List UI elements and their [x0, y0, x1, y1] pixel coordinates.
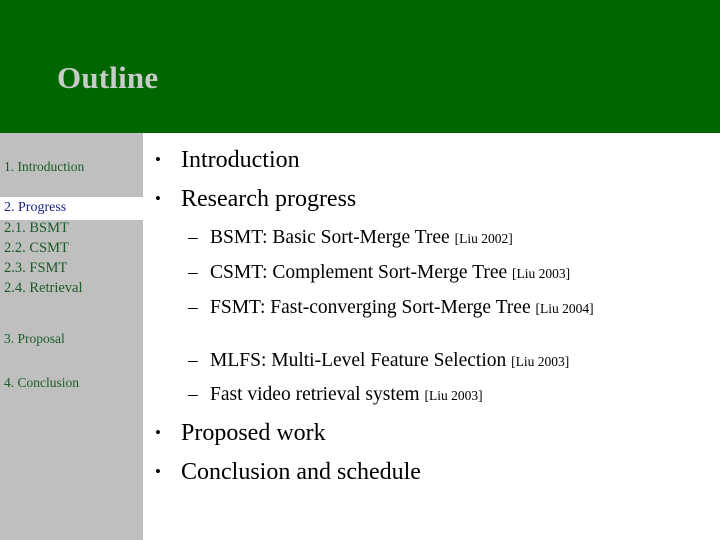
- sub-bullet-item: – BSMT: Basic Sort-Merge Tree [Liu 2002]: [188, 226, 720, 251]
- slide-header-band: Outline: [0, 0, 720, 133]
- citation-reference: [Liu 2003]: [512, 266, 571, 281]
- bullet-dash-icon: –: [188, 297, 198, 318]
- sub-bullet-item: – Fast video retrieval system [Liu 2003]: [188, 383, 720, 408]
- bullet-text: Fast video retrieval system: [210, 384, 420, 405]
- sub-bullet-item: – FSMT: Fast-converging Sort-Merge Tree […: [188, 296, 720, 321]
- bullet-dash-icon: –: [188, 262, 198, 283]
- page-title: Outline: [57, 60, 159, 95]
- bullet-item: • Conclusion and schedule: [155, 458, 421, 486]
- presentation-slide: Outline 1. Introduction 2. Progress 2.1. B…: [0, 0, 720, 540]
- bullet-text: FSMT: Fast-converging Sort-Merge Tree: [210, 297, 531, 318]
- bullet-text: Proposed work: [181, 420, 326, 446]
- citation-reference: [Liu 2003]: [511, 354, 570, 369]
- citation-reference: [Liu 2002]: [454, 231, 513, 246]
- sidebar-item-1-introduction[interactable]: 1. Introduction: [4, 158, 84, 175]
- bullet-item: • Introduction: [155, 146, 300, 174]
- sidebar-item-2-progress[interactable]: 2. Progress: [4, 199, 66, 216]
- sub-bullet-item: – MLFS: Multi-Level Feature Selection [Li…: [188, 349, 720, 374]
- sidebar-item-3-proposal[interactable]: 3. Proposal: [4, 330, 65, 347]
- bullet-text: BSMT: Basic Sort-Merge Tree: [210, 227, 450, 248]
- outline-sidebar: 1. Introduction 2. Progress 2.1. BSMT 2.2. …: [0, 133, 143, 540]
- bullet-item: • Proposed work: [155, 419, 326, 447]
- citation-reference: [Liu 2004]: [535, 301, 594, 316]
- bullet-text: CSMT: Complement Sort-Merge Tree: [210, 262, 508, 283]
- sidebar-item-4-conclusion[interactable]: 4. Conclusion: [4, 374, 79, 391]
- bullet-dash-icon: –: [188, 350, 198, 371]
- bullet-dash-icon: –: [188, 227, 198, 248]
- sidebar-item-2-4-retrieval[interactable]: 2.4. Retrieval: [4, 280, 83, 297]
- bullet-dot-icon: •: [155, 150, 161, 169]
- bullet-text: Research progress: [181, 186, 357, 212]
- sidebar-item-2-2-csmt[interactable]: 2.2. CSMT: [4, 240, 69, 257]
- sidebar-item-2-3-fsmt[interactable]: 2.3. FSMT: [4, 260, 67, 277]
- bullet-item: • Research progress: [155, 185, 356, 213]
- bullet-dot-icon: •: [155, 189, 161, 208]
- bullet-text: MLFS: Multi-Level Feature Selection: [210, 350, 507, 371]
- slide-content: • Introduction • Research progress – BSMT: Ba…: [143, 133, 720, 540]
- bullet-dot-icon: •: [155, 462, 161, 481]
- bullet-text: Introduction: [181, 147, 300, 173]
- bullet-dash-icon: –: [188, 384, 198, 405]
- bullet-dot-icon: •: [155, 423, 161, 442]
- sub-bullet-item: – CSMT: Complement Sort-Merge Tree [Liu 2…: [188, 261, 720, 286]
- citation-reference: [Liu 2003]: [424, 388, 483, 403]
- bullet-text: Conclusion and schedule: [181, 459, 421, 485]
- sidebar-item-2-1-bsmt[interactable]: 2.1. BSMT: [4, 220, 69, 237]
